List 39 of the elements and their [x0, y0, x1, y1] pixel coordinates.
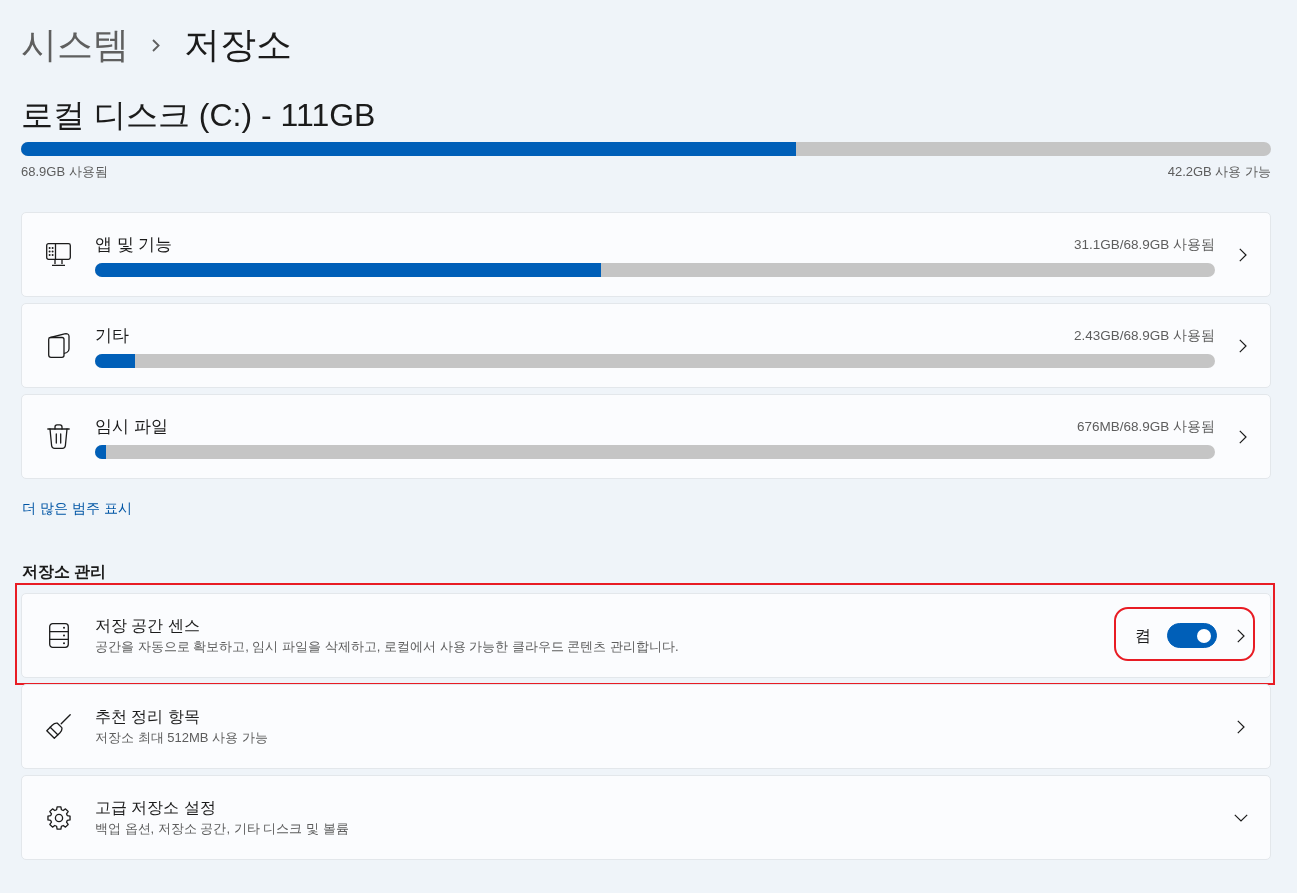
category-card[interactable]: 기타 2.43GB/68.9GB 사용됨 — [21, 303, 1271, 388]
chevron-right-icon — [1238, 429, 1247, 444]
trash-icon — [47, 424, 70, 449]
settings-icon — [46, 805, 71, 830]
setting-description: 공간을 자동으로 확보하고, 임시 파일을 삭제하고, 로컬에서 사용 가능한 클라우드 콘텐츠 관리합니다. — [95, 637, 680, 656]
page-title: 저장소 — [184, 23, 292, 67]
chevron-right-icon — [1238, 338, 1247, 353]
category-usage: 676MB/68.9GB 사용됨 — [1076, 417, 1215, 436]
category-name: 임시 파일 — [95, 415, 168, 438]
more-categories-link[interactable]: 더 많은 범주 표시 — [22, 498, 132, 518]
breadcrumb-link[interactable]: 시스템 — [21, 21, 129, 69]
setting-title: 고급 저장소 설정 — [95, 797, 217, 818]
chevron-right-icon — [152, 38, 160, 52]
chevron-right-icon — [1238, 247, 1247, 262]
category-name: 기타 — [95, 324, 129, 347]
setting-title: 추천 정리 항목 — [95, 706, 201, 727]
broom-icon — [46, 714, 71, 739]
setting-card[interactable]: 고급 저장소 설정 백업 옵션, 저장소 공간, 기타 디스크 및 볼륨 — [21, 775, 1271, 860]
section-heading: 저장소 관리 — [22, 562, 107, 582]
toggle-state-label: 켬 — [1135, 625, 1151, 646]
disk-used-label: 68.9GB 사용됨 — [21, 164, 108, 180]
monitor-icon — [46, 243, 71, 266]
category-usage: 31.1GB/68.9GB 사용됨 — [1073, 235, 1215, 254]
chevron-right-icon — [1237, 628, 1245, 643]
setting-description: 백업 옵션, 저장소 공간, 기타 디스크 및 볼륨 — [95, 819, 350, 838]
disk-title: 로컬 디스크 (C:) - 111GB — [21, 96, 376, 135]
category-name: 앱 및 기능 — [95, 233, 173, 256]
setting-card[interactable]: 추천 정리 항목 저장소 최대 512MB 사용 가능 — [21, 684, 1271, 769]
disk-free-label: 42.2GB 사용 가능 — [1167, 164, 1271, 180]
setting-card[interactable]: 저장 공간 센스 공간을 자동으로 확보하고, 임시 파일을 삭제하고, 로컬에서 사용 가능한 클라우드 콘텐츠 관리합니다. 켬 — [21, 593, 1271, 678]
chevron-right-icon — [1237, 719, 1245, 734]
toggle-switch[interactable] — [1167, 623, 1217, 648]
storage-icon — [48, 623, 69, 648]
document-icon — [47, 333, 70, 358]
setting-title: 저장 공간 센스 — [95, 615, 201, 636]
category-card[interactable]: 앱 및 기능 31.1GB/68.9GB 사용됨 — [21, 212, 1271, 297]
category-usage: 2.43GB/68.9GB 사용됨 — [1073, 326, 1215, 345]
setting-description: 저장소 최대 512MB 사용 가능 — [95, 728, 269, 747]
category-card[interactable]: 임시 파일 676MB/68.9GB 사용됨 — [21, 394, 1271, 479]
